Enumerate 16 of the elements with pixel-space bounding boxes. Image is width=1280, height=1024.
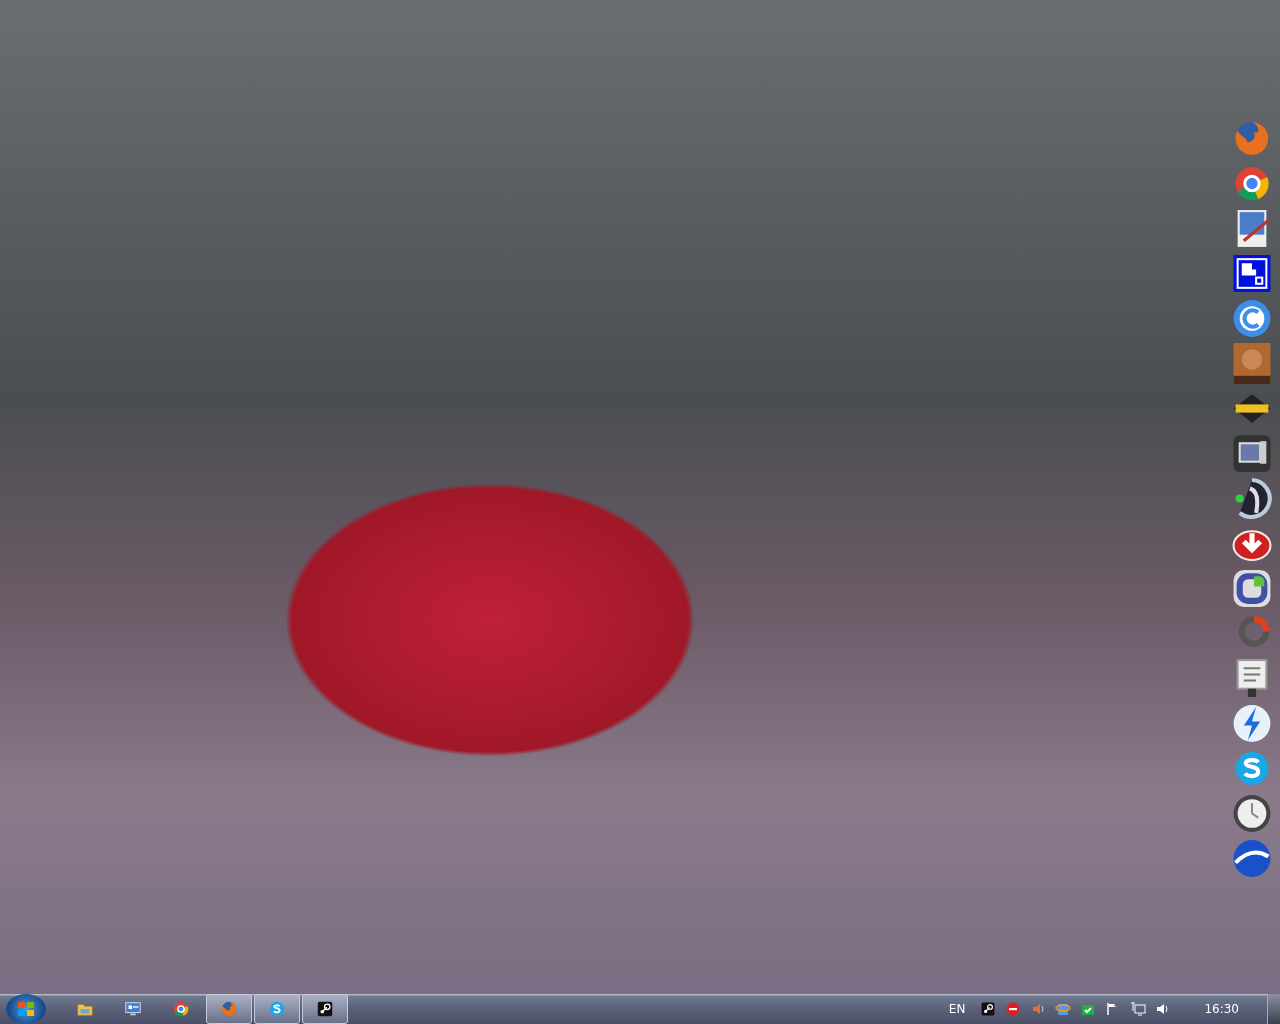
start-button[interactable] [6,994,46,1024]
monitor-icon [124,1000,142,1018]
steam-taskbar-button[interactable] [302,994,348,1024]
chrome-icon [172,1000,190,1018]
windows-logo-icon [16,999,36,1019]
show-desktop-button[interactable] [1267,994,1280,1024]
skype-icon [268,1000,286,1018]
network-icon[interactable] [1130,1001,1147,1017]
language-indicator[interactable]: EN [948,1002,966,1016]
steam-icon [316,1000,334,1018]
clock[interactable]: 16:30 [1204,1002,1239,1016]
firefox-taskbar-button[interactable] [206,994,252,1024]
speaker-icon[interactable] [1030,1001,1047,1017]
steam-tray-icon[interactable] [980,1001,997,1017]
firefox-icon [220,1000,238,1018]
minus-circle-icon[interactable] [1005,1001,1022,1017]
